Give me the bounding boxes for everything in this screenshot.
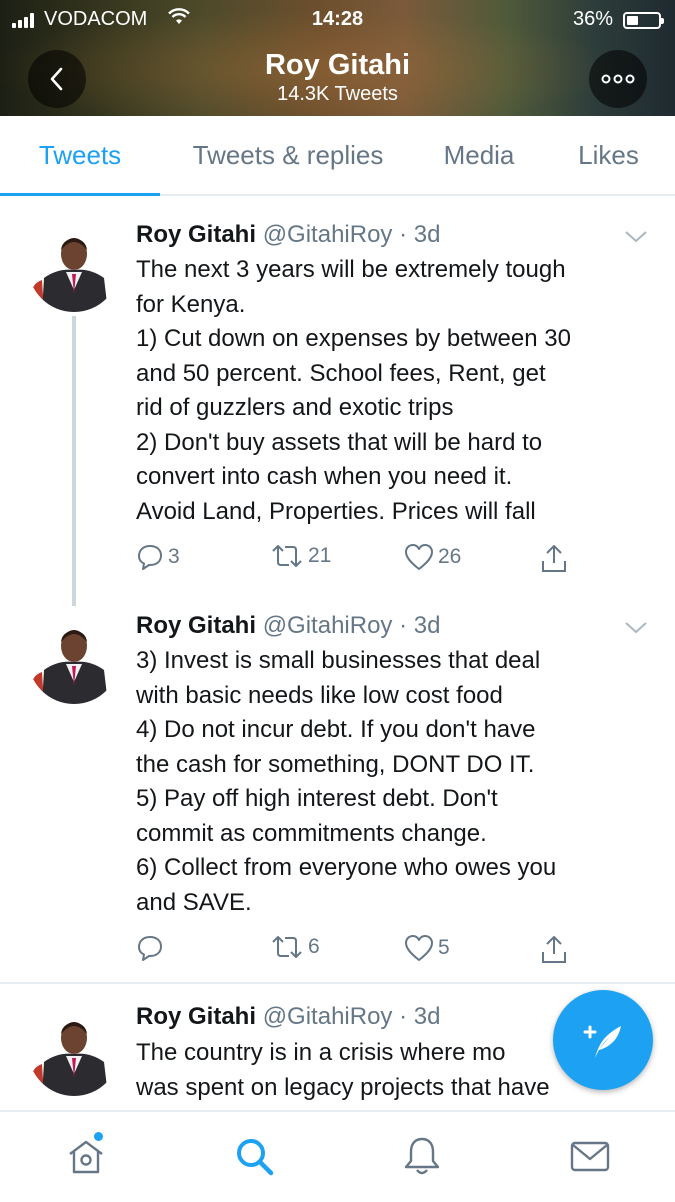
tab-media[interactable]: Media — [416, 116, 542, 194]
tweet-line: with basic needs like low cost food — [136, 681, 503, 709]
tweet-line: and SAVE. — [136, 888, 252, 916]
tweet-time: · 3d — [399, 221, 441, 248]
tab-tweets-and-replies[interactable]: Tweets & replies — [160, 116, 416, 194]
tweet-line: 5) Pay off high interest debt. Don't — [136, 785, 498, 812]
status-bar: VODACOM 14:28 36% — [0, 6, 675, 34]
reply-button[interactable]: 3 — [136, 543, 180, 571]
retweet-button[interactable]: 6 — [270, 934, 320, 960]
share-icon — [542, 545, 566, 572]
heart-icon — [405, 935, 433, 961]
compose-tweet-button[interactable] — [553, 990, 653, 1090]
like-count: 5 — [438, 936, 450, 959]
retweet-button[interactable]: 21 — [270, 543, 331, 569]
tab-tweets[interactable]: Tweets — [0, 116, 160, 196]
avatar[interactable] — [28, 220, 120, 312]
tweet-actions: 3 21 26 — [136, 543, 576, 575]
tweet-menu-chevron[interactable] — [624, 621, 648, 640]
tweet-line: the cash for something, DONT DO IT. — [136, 750, 535, 778]
search-icon — [237, 1139, 274, 1176]
reply-button[interactable] — [136, 934, 168, 962]
author-handle[interactable]: @GitahiRoy — [263, 612, 393, 639]
retweet-icon — [272, 936, 302, 958]
tweet-time: · 3d — [399, 612, 441, 639]
tweet-header: Roy Gitahi @GitahiRoy · 3d — [136, 1002, 440, 1032]
chevron-down-icon — [625, 622, 647, 634]
tweet-line: 6) Collect from everyone who owes you — [136, 854, 557, 881]
avatar[interactable] — [28, 1004, 120, 1096]
reply-count: 3 — [168, 545, 180, 568]
tweet-text: 3) Invest is small businesses that deal … — [136, 644, 656, 920]
profile-name: Roy Gitahi — [264, 49, 410, 81]
mail-icon — [570, 1141, 610, 1172]
retweet-count: 21 — [308, 544, 332, 567]
more-options-icon — [601, 74, 635, 84]
tweet-1[interactable]: Roy Gitahi @GitahiRoy · 3d The next 3 ye… — [0, 202, 675, 606]
share-icon — [542, 936, 566, 963]
tweet-time: · 3d — [399, 1003, 441, 1030]
nav-notifications[interactable] — [400, 1134, 444, 1183]
tweet-line: The next 3 years will be extremely tough — [136, 256, 566, 283]
tweet-line: convert into cash when you need it. — [136, 463, 513, 490]
compose-tweet-icon — [583, 1025, 621, 1058]
retweet-count: 6 — [308, 935, 320, 958]
nav-search[interactable] — [232, 1134, 276, 1183]
tweet-menu-chevron[interactable] — [624, 230, 648, 249]
chevron-down-icon — [625, 231, 647, 243]
home-icon — [69, 1140, 103, 1174]
tweet-2[interactable]: Roy Gitahi @GitahiRoy · 3d 3) Invest is … — [0, 602, 675, 982]
profile-tabs: Tweets Tweets & replies Media Likes — [0, 116, 675, 196]
profile-title: Roy Gitahi 14.3K Tweets — [0, 48, 675, 106]
tweet-line: 4) Do not incur debt. If you don't have — [136, 716, 536, 743]
author-handle[interactable]: @GitahiRoy — [263, 221, 393, 248]
battery-icon — [623, 12, 664, 29]
author-name[interactable]: Roy Gitahi — [136, 221, 256, 248]
author-name[interactable]: Roy Gitahi — [136, 612, 256, 639]
avatar[interactable] — [28, 612, 120, 704]
tweet-text: The next 3 years will be extremely tough… — [136, 253, 656, 529]
reply-icon — [138, 545, 162, 570]
tweet-line: commit as commitments change. — [136, 819, 487, 847]
share-button[interactable] — [540, 543, 568, 573]
tweet-line: 1) Cut down on expenses by between 30 — [136, 325, 571, 352]
tweet-line: rid of guzzlers and exotic trips — [136, 394, 454, 421]
thread-line — [72, 316, 76, 606]
new-content-dot — [94, 1132, 103, 1141]
tweet-line: 2) Don't buy assets that will be hard to — [136, 428, 543, 456]
more-options-button[interactable] — [589, 50, 647, 108]
like-button[interactable]: 26 — [404, 543, 461, 571]
bottom-navigation — [0, 1110, 675, 1202]
tweet-line: for Kenya. — [136, 290, 246, 318]
bell-icon — [404, 1137, 440, 1175]
tweet-line: 3) Invest is small businesses that deal — [136, 647, 541, 674]
nav-messages[interactable] — [568, 1134, 612, 1183]
heart-icon — [405, 544, 433, 570]
tweet-actions: 6 5 — [136, 934, 576, 966]
author-name[interactable]: Roy Gitahi — [136, 1003, 256, 1030]
share-button[interactable] — [540, 934, 568, 964]
like-count: 26 — [438, 545, 462, 568]
battery-percent: 36% — [572, 8, 613, 30]
tweet-count: 14.3K Tweets — [277, 83, 398, 105]
retweet-icon — [272, 545, 302, 567]
reply-icon — [138, 936, 162, 961]
author-handle[interactable]: @GitahiRoy — [263, 1003, 393, 1030]
tweet-line: Avoid Land, Properties. Prices will fall — [136, 497, 536, 525]
tab-likes[interactable]: Likes — [542, 116, 675, 194]
tweet-line: and 50 percent. School fees, Rent, get — [136, 359, 546, 387]
profile-header: VODACOM 14:28 36% Roy Gitahi 14.3K Tweet… — [0, 0, 675, 116]
tweet-header: Roy Gitahi @GitahiRoy · 3d — [136, 611, 440, 641]
nav-home[interactable] — [64, 1132, 108, 1183]
tweet-header: Roy Gitahi @GitahiRoy · 3d — [136, 220, 440, 250]
like-button[interactable]: 5 — [404, 934, 450, 962]
